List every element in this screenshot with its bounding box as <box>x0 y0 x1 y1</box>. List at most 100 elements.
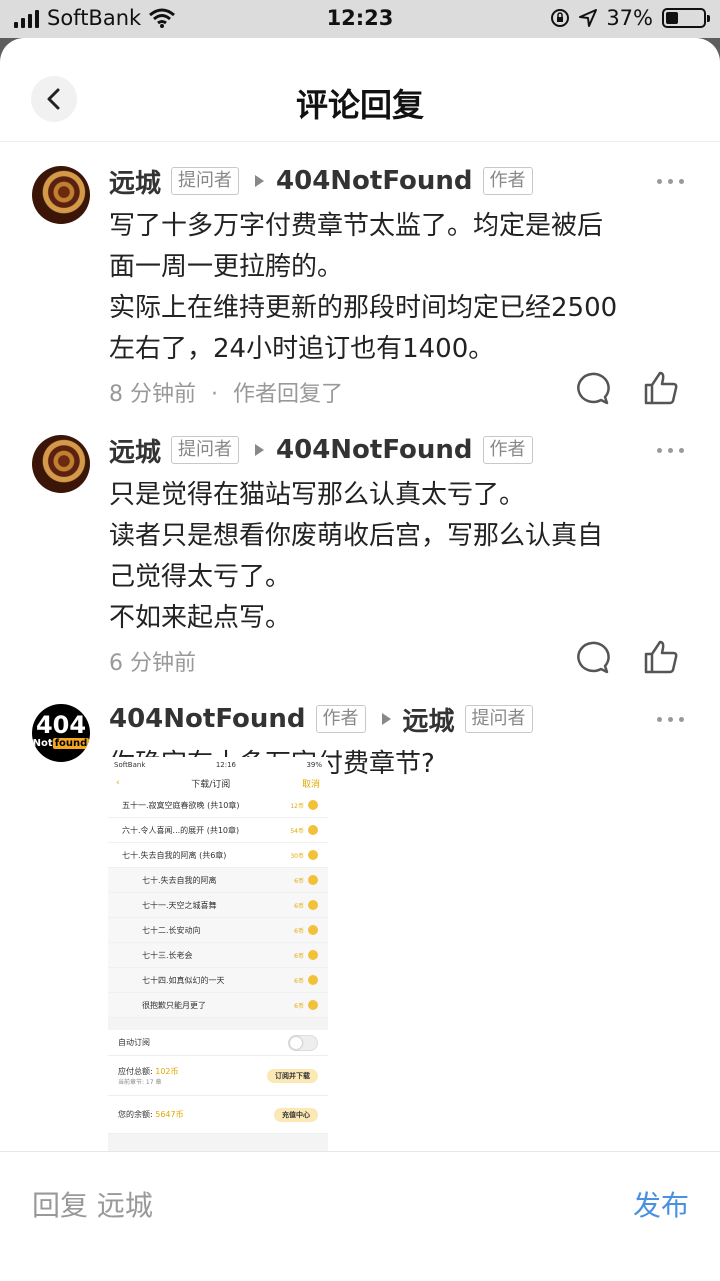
comment-image[interactable]: SoftBank 12:16 39% ‹ 下载/订阅 取消 五十一.寂寞空庭春欲… <box>108 757 328 1177</box>
comment-icon[interactable] <box>574 371 610 407</box>
author-replied-note: 作者回复了 <box>233 382 344 407</box>
shot-spacer <box>108 1018 328 1030</box>
like-icon[interactable] <box>643 370 679 406</box>
shot-title: 下载/订阅 <box>191 779 231 790</box>
battery-icon <box>662 8 710 28</box>
check-icon <box>308 925 318 935</box>
comment-text: 写了十多万字付费章节太监了。均定是被后 面一周一更拉胯的。 实际上在维持更新的那… <box>109 206 699 370</box>
header: 评论回复 <box>0 38 720 142</box>
status-right: 37% <box>550 6 710 30</box>
author-name[interactable]: 404NotFound <box>109 704 306 734</box>
target-name[interactable]: 404NotFound <box>276 435 473 465</box>
shot-chapter-row: 七十三.长老会 6币 <box>108 943 328 968</box>
meta-separator: · <box>211 382 218 407</box>
check-icon <box>308 1000 318 1010</box>
shot-chapter-row: 七十二.长安动向 6币 <box>108 918 328 943</box>
shot-chapter-label: 七十四.如真似幻的一天 <box>142 975 225 985</box>
check-icon <box>308 975 318 985</box>
reply-arrow-icon <box>255 175 265 187</box>
shot-chapter-row: 七十一.天空之城喜舞 6币 <box>108 893 328 918</box>
publish-button[interactable]: 发布 <box>633 1184 689 1224</box>
shot-back-icon: ‹ <box>116 778 120 788</box>
shot-price: 6币 <box>294 1000 318 1010</box>
more-options-icon[interactable] <box>657 179 684 184</box>
target-name[interactable]: 404NotFound <box>276 166 473 196</box>
shot-price-value: 6币 <box>294 952 304 960</box>
target-name[interactable]: 远城 <box>403 701 455 738</box>
shot-volume-label: 五十一.寂寞空庭春欲晚 (共10章) <box>122 800 240 810</box>
shot-price-value: 6币 <box>294 977 304 985</box>
avatar[interactable] <box>32 435 90 493</box>
comment-time: 8 分钟前 <box>109 382 196 407</box>
reply-bar: 回复 远城 发布 <box>0 1151 720 1243</box>
more-options-icon[interactable] <box>657 717 684 722</box>
shot-toggle <box>288 1034 318 1051</box>
shot-volume-label: 七十.失去自我的阿离 (共6章) <box>122 850 227 860</box>
check-icon <box>308 825 318 835</box>
comment-meta: 8 分钟前 · 作者回复了 <box>109 376 343 408</box>
comment-header: 远城 提问者 404NotFound 作者 <box>109 432 533 468</box>
shot-price: 6币 <box>294 975 318 985</box>
shot-time: 12:16 <box>215 761 237 769</box>
shot-chapter-label: 七十.失去自我的阿离 <box>142 875 217 885</box>
reply-input[interactable]: 回复 远城 <box>32 1184 153 1224</box>
comment-line: 不如来起点写。 <box>109 603 292 633</box>
check-icon <box>308 875 318 885</box>
check-icon <box>308 950 318 960</box>
comment-line: 写了十多万字付费章节太监了。均定是被后 <box>109 211 604 241</box>
check-icon <box>308 800 318 810</box>
comment-line: 己觉得太亏了。 <box>109 562 292 592</box>
shot-chapter-row: 七十四.如真似幻的一天 6币 <box>108 968 328 993</box>
shot-balance: 您的余额: 5647币 <box>118 1109 184 1120</box>
status-bar: SoftBank 12:23 37% <box>0 0 720 38</box>
author-name[interactable]: 远城 <box>109 163 161 200</box>
avatar[interactable] <box>32 166 90 224</box>
shot-price-value: 30币 <box>290 852 304 860</box>
shot-count: 当前章节: 17 章 <box>118 1078 162 1086</box>
shot-volume-row: 五十一.寂寞空庭春欲晚 (共10章) 12币 <box>108 793 328 818</box>
shot-battery: 39% <box>306 761 322 769</box>
shot-recharge-button: 充值中心 <box>274 1107 318 1122</box>
shot-status-bar: SoftBank 12:16 39% <box>108 757 328 773</box>
rotation-lock-icon <box>551 9 570 27</box>
shot-price: 54币 <box>290 825 318 835</box>
location-icon <box>579 9 598 27</box>
shot-price: 6币 <box>294 925 318 935</box>
shot-balance-label: 您的余额: <box>118 1110 153 1119</box>
avatar-logo-not: Not <box>32 738 53 749</box>
avatar[interactable]: 404 Not found <box>32 704 90 762</box>
shot-price-value: 12币 <box>290 802 304 810</box>
comment-line: 读者只是想看你废萌收后宫，写那么认真自 <box>109 521 604 551</box>
shot-price-value: 6币 <box>294 877 304 885</box>
target-badge: 作者 <box>482 436 533 464</box>
comment-line: 面一周一更拉胯的。 <box>109 252 344 282</box>
comment-time: 6 分钟前 <box>109 651 196 676</box>
shot-cancel: 取消 <box>301 779 320 790</box>
shot-price-value: 6币 <box>294 1002 304 1010</box>
shot-price: 6币 <box>294 900 318 910</box>
comment-line: 左右了，24小时追订也有1400。 <box>109 334 495 364</box>
shot-volume-label: 六十.令人喜闻...的展开 (共10章) <box>122 825 240 835</box>
shot-nav: ‹ 下载/订阅 取消 <box>108 773 328 793</box>
comment-header: 404NotFound 作者 远城 提问者 <box>109 701 533 737</box>
author-badge: 作者 <box>315 705 366 733</box>
avatar-logo-subtext: Not found <box>32 738 90 750</box>
more-options-icon[interactable] <box>657 448 684 453</box>
shot-auto-sub-label: 自动订阅 <box>118 1038 150 1047</box>
shot-price: 30币 <box>290 850 318 860</box>
check-icon <box>308 850 318 860</box>
comment-icon[interactable] <box>574 640 610 676</box>
shot-chapter-label: 七十三.长老会 <box>142 950 193 960</box>
shot-chapter-label: 很抱歉只能月更了 <box>142 1000 206 1010</box>
like-icon[interactable] <box>643 639 679 675</box>
avatar-logo-found: found <box>52 738 90 749</box>
target-badge: 作者 <box>482 167 533 195</box>
comment-line: 只是觉得在猫站写那么认真太亏了。 <box>109 480 526 510</box>
author-badge: 提问者 <box>171 167 240 195</box>
shot-chapter-label: 七十二.长安动向 <box>142 925 201 935</box>
shot-balance-value: 5647币 <box>155 1110 184 1119</box>
shot-volume-row: 七十.失去自我的阿离 (共6章) 30币 <box>108 843 328 868</box>
comment-line: 实际上在维持更新的那段时间均定已经2500 <box>109 293 618 323</box>
shot-total-row: 应付总额: 102币 当前章节: 17 章 订阅并下载 <box>108 1056 328 1096</box>
author-name[interactable]: 远城 <box>109 432 161 469</box>
